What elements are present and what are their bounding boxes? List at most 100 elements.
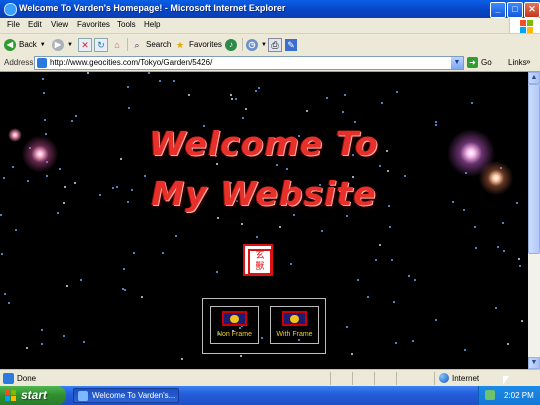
vertical-scrollbar[interactable]: ▲ ▼ [528,72,540,369]
search-button[interactable]: ⌕ Search [131,37,171,52]
star-dot [435,121,437,123]
maximize-button[interactable]: □ [507,2,523,18]
star-dot [346,215,348,217]
scroll-down-button[interactable]: ▼ [528,357,540,369]
star-dot [375,259,377,261]
star-dot [71,120,73,122]
home-icon: ⌂ [114,39,120,50]
menu-favorites[interactable]: Favorites [77,20,110,29]
favorites-button[interactable]: ★ Favorites [174,37,222,52]
menu-help[interactable]: Help [144,20,160,29]
menu-tools[interactable]: Tools [117,20,136,29]
page-content: Welcome To My Website 玄獸 Non Frame With … [0,72,528,369]
star-dot [148,72,150,74]
toolbar: ◀ Back ▼ ▶ ▼ ✕ ↻ ⌂ ⌕ Search ★ Favorites … [0,34,540,56]
star-dot [80,279,82,281]
back-label: Back [19,40,37,49]
address-bar: Address http://www.geocities.com/Tokyo/G… [0,55,540,72]
star-dot [216,271,218,273]
print-button[interactable]: ⎙ [268,37,282,52]
star-dot [230,94,232,96]
star-dot [26,347,28,349]
address-dropdown-icon[interactable]: ▼ [451,57,463,69]
headline-line-2: My Website [151,174,377,213]
star-dot [503,250,505,252]
favorites-label: Favorites [189,40,222,49]
edit-button[interactable]: ✎ [285,37,297,52]
home-button[interactable]: ⌂ [111,37,123,52]
menu-edit[interactable]: Edit [28,20,42,29]
star-dot [474,226,476,228]
menu-file[interactable]: File [7,20,20,29]
minimize-button[interactable]: _ [490,2,506,18]
windows-flag-icon [5,390,17,401]
star-dot [279,226,281,228]
non-frame-thumbnail [222,311,247,326]
star-dot [235,98,237,100]
scroll-thumb[interactable] [528,84,540,254]
star-dot [351,353,353,355]
status-divider [352,372,353,385]
go-button[interactable]: ➜ Go [467,57,492,68]
close-button[interactable]: ✕ [524,2,540,18]
window-title: Welcome To Varden's Homepage! - Microsof… [19,3,286,13]
mouse-cursor-icon [503,376,509,385]
taskbar-window-label: Welcome To Varden's... [92,391,176,400]
address-label: Address [4,58,34,67]
links-chevron-icon[interactable]: » [526,57,530,66]
forward-arrow-icon: ▶ [52,38,64,51]
star-dot [141,296,143,298]
star-dot [395,342,397,344]
star-dot [41,343,43,345]
page-icon [37,58,47,68]
refresh-button[interactable]: ↻ [94,37,108,52]
back-button[interactable]: ◀ Back ▼ [4,37,46,52]
stop-icon: ✕ [78,37,92,52]
star-dot [321,230,323,232]
star-dot [290,263,292,265]
taskbar-window-button[interactable]: Welcome To Varden's... [73,388,179,403]
star-dot [217,217,219,219]
status-divider [396,372,397,385]
star-dot [122,288,124,290]
scroll-up-button[interactable]: ▲ [528,72,540,84]
star-dot [354,121,356,123]
star-dot [188,94,190,96]
star-dot [231,98,233,100]
menu-view[interactable]: View [51,20,68,29]
clock: 2:02 PM [504,391,534,400]
star-dot [15,229,17,231]
star-dot [255,90,257,92]
chevron-down-icon: ▼ [67,41,73,48]
star-dot [306,110,308,112]
star-dot [393,301,395,303]
star-dot [245,108,247,110]
star-dot [518,258,520,260]
page-done-icon [3,373,14,384]
start-button[interactable]: start [0,386,66,405]
non-frame-link[interactable]: Non Frame [210,306,259,344]
forward-button[interactable]: ▶ ▼ [52,37,73,52]
ie-icon [4,3,17,16]
star-dot [396,91,398,93]
ie-icon [78,391,88,401]
address-input[interactable]: http://www.geocities.com/Tokyo/Garden/54… [34,56,464,70]
media-button[interactable]: ♪ [225,37,237,52]
address-url: http://www.geocities.com/Tokyo/Garden/54… [50,58,213,67]
network-icon[interactable] [485,390,495,400]
star-dot [258,87,260,89]
media-icon: ♪ [225,38,237,51]
start-label: start [21,388,48,402]
status-divider [374,372,375,385]
star-icon: ★ [175,39,185,50]
star-dot [357,279,359,281]
star-dot [241,223,243,225]
taskbar: start Welcome To Varden's... 2:02 PM [0,386,540,405]
stop-button[interactable]: ✕ [78,37,92,52]
with-frame-link[interactable]: With Frame [270,306,319,344]
seal-stamp-image: 玄獸 [243,244,273,276]
links-button[interactable]: Links [508,58,527,67]
star-dot [87,72,89,74]
history-button[interactable]: ◷ ▼ [246,37,267,52]
star-dot [66,285,68,287]
